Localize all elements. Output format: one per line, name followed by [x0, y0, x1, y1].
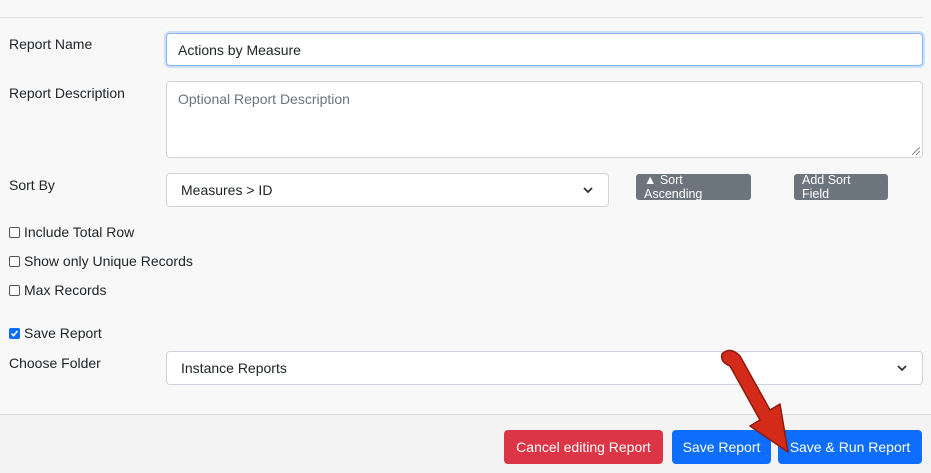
choose-folder-label: Choose Folder [9, 355, 101, 371]
save-and-run-button[interactable]: Save & Run Report [778, 430, 922, 464]
report-description-textarea[interactable]: Optional Report Description [166, 81, 923, 158]
max-records-label: Max Records [24, 282, 107, 298]
unique-records-option[interactable]: Show only Unique Records [9, 253, 193, 269]
report-name-label: Report Name [9, 36, 93, 52]
report-name-value: Actions by Measure [178, 41, 301, 58]
sort-by-value: Measures > ID [181, 182, 273, 198]
save-report-label: Save Report [24, 325, 102, 341]
unique-records-checkbox[interactable] [9, 255, 20, 267]
top-divider [0, 17, 922, 18]
report-description-label: Report Description [9, 85, 125, 101]
resize-grip-icon[interactable] [912, 147, 920, 155]
include-total-row-label: Include Total Row [24, 224, 135, 240]
max-records-checkbox[interactable] [9, 284, 20, 296]
max-records-option[interactable]: Max Records [9, 282, 106, 298]
unique-records-label: Show only Unique Records [24, 253, 193, 269]
sort-by-select[interactable]: Measures > ID [166, 173, 609, 207]
include-total-row-checkbox[interactable] [9, 226, 20, 238]
add-sort-field-button[interactable]: Add Sort Field [794, 173, 888, 201]
chevron-down-icon [583, 187, 593, 194]
save-report-checkbox[interactable] [9, 327, 20, 339]
choose-folder-select[interactable]: Instance Reports [166, 351, 923, 385]
include-total-row-option[interactable]: Include Total Row [9, 224, 134, 240]
check-icon [10, 329, 19, 337]
save-report-option[interactable]: Save Report [9, 325, 102, 341]
choose-folder-value: Instance Reports [181, 360, 287, 376]
chevron-down-icon [897, 365, 907, 372]
report-name-input[interactable]: Actions by Measure [166, 33, 923, 66]
sort-by-label: Sort By [9, 177, 55, 193]
cancel-editing-button[interactable]: Cancel editing Report [504, 430, 663, 464]
report-description-placeholder: Optional Report Description [178, 91, 350, 107]
save-report-button[interactable]: Save Report [672, 430, 771, 464]
sort-ascending-button[interactable]: ▲ Sort Ascending [636, 173, 751, 201]
